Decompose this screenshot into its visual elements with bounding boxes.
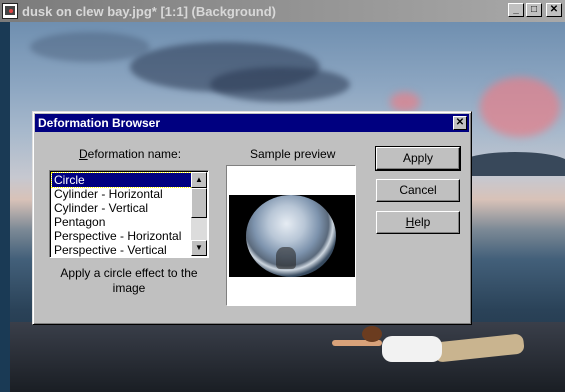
list-item[interactable]: Perspective - Vertical: [52, 243, 192, 257]
image-document-icon[interactable]: [2, 3, 18, 19]
minimize-button[interactable]: _: [508, 3, 524, 17]
list-item[interactable]: Cylinder - Horizontal: [52, 187, 192, 201]
deformation-listbox[interactable]: Circle Cylinder - Horizontal Cylinder - Ve…: [49, 170, 209, 258]
cloud-shape: [210, 67, 350, 102]
sunset-cloud-shape: [390, 92, 420, 112]
dialog-title: Deformation Browser: [38, 116, 161, 130]
sample-preview-box: [226, 165, 356, 306]
deformation-description: Apply a circle effect to the image: [60, 266, 198, 295]
circle-deformation-sphere: [246, 195, 336, 277]
close-window-button[interactable]: ✕: [546, 3, 562, 17]
help-button[interactable]: Help: [376, 211, 460, 234]
dialog-titlebar[interactable]: Deformation Browser ✕: [35, 114, 469, 132]
sample-preview-label: Sample preview: [250, 147, 336, 161]
maximize-button[interactable]: □: [526, 3, 542, 17]
scroll-down-button[interactable]: ▼: [191, 240, 207, 256]
apply-button[interactable]: Apply: [375, 146, 461, 171]
list-item[interactable]: Perspective - Horizontal: [52, 229, 192, 243]
image-window-title: dusk on clew bay.jpg* [1:1] (Background): [22, 3, 277, 19]
window-controls: _ □ ✕: [508, 3, 562, 17]
deformation-name-label: Deformation name:: [79, 147, 182, 161]
image-window-titlebar[interactable]: dusk on clew bay.jpg* [1:1] (Background)…: [0, 0, 565, 22]
list-item[interactable]: Pentagon: [52, 215, 192, 229]
scroll-up-button[interactable]: ▲: [191, 172, 207, 188]
cancel-button[interactable]: Cancel: [376, 179, 460, 202]
lying-person-figure: [332, 324, 532, 374]
listbox-scrollbar[interactable]: ▲ ▼: [191, 172, 207, 256]
deformation-browser-dialog: Deformation Browser ✕ Deformation name: …: [32, 111, 472, 325]
sunset-cloud-shape: [480, 77, 560, 137]
deformation-list: Circle Cylinder - Horizontal Cylinder - Ve…: [51, 172, 193, 257]
mountain-shape: [460, 152, 565, 176]
scroll-thumb[interactable]: [191, 188, 207, 218]
list-item[interactable]: Cylinder - Vertical: [52, 201, 192, 215]
preview-image: [229, 195, 355, 277]
cloud-shape: [30, 32, 150, 62]
dialog-close-button[interactable]: ✕: [453, 116, 467, 130]
list-item[interactable]: Circle: [51, 172, 193, 188]
